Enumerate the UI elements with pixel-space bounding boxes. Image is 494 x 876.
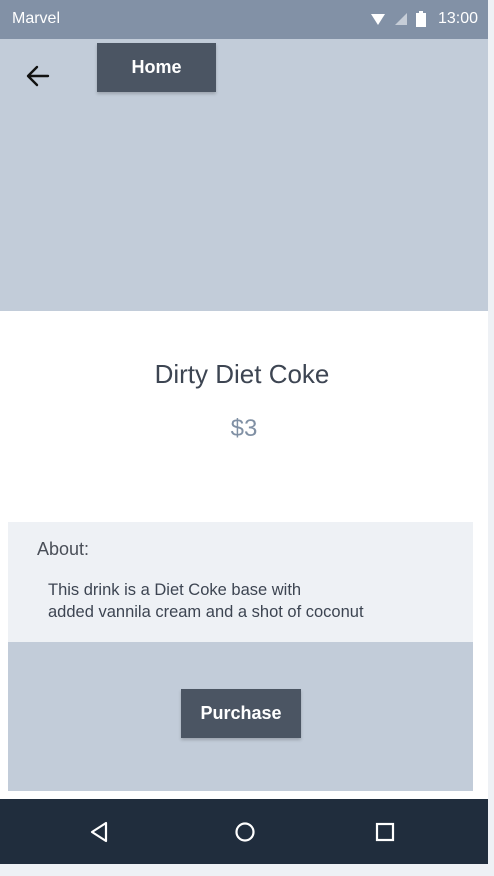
status-bar: Marvel 13:00: [0, 0, 488, 39]
wifi-icon: [370, 14, 385, 25]
purchase-section: Purchase: [8, 642, 473, 791]
nav-recents-button[interactable]: [370, 817, 400, 847]
nav-home-button[interactable]: [230, 817, 260, 847]
nav-back-button[interactable]: [84, 817, 114, 847]
status-time: 13:00: [437, 10, 478, 27]
product-detail: Dirty Diet Coke $3 About: This drink is …: [0, 311, 488, 799]
home-button[interactable]: Home: [97, 43, 216, 92]
home-circle-icon: [235, 822, 255, 842]
status-app-name: Marvel: [12, 10, 61, 27]
about-label: About:: [37, 539, 90, 559]
product-price: $3: [230, 415, 258, 442]
battery-icon: [415, 11, 426, 27]
arrow-left-icon: [26, 65, 50, 87]
status-icons: 13:00: [370, 8, 478, 30]
hero-image-area: Home: [0, 39, 488, 311]
signal-icon: [394, 13, 407, 25]
back-triangle-icon: [90, 821, 108, 843]
about-section: About: This drink is a Diet Coke base wi…: [8, 522, 473, 642]
android-nav-bar: [0, 799, 488, 864]
about-description: This drink is a Diet Coke base with adde…: [48, 581, 364, 621]
recents-square-icon: [375, 822, 395, 842]
product-title: Dirty Diet Coke: [154, 359, 330, 389]
back-button[interactable]: [22, 61, 54, 91]
purchase-button[interactable]: Purchase: [181, 689, 301, 738]
page-edge: [488, 0, 494, 876]
